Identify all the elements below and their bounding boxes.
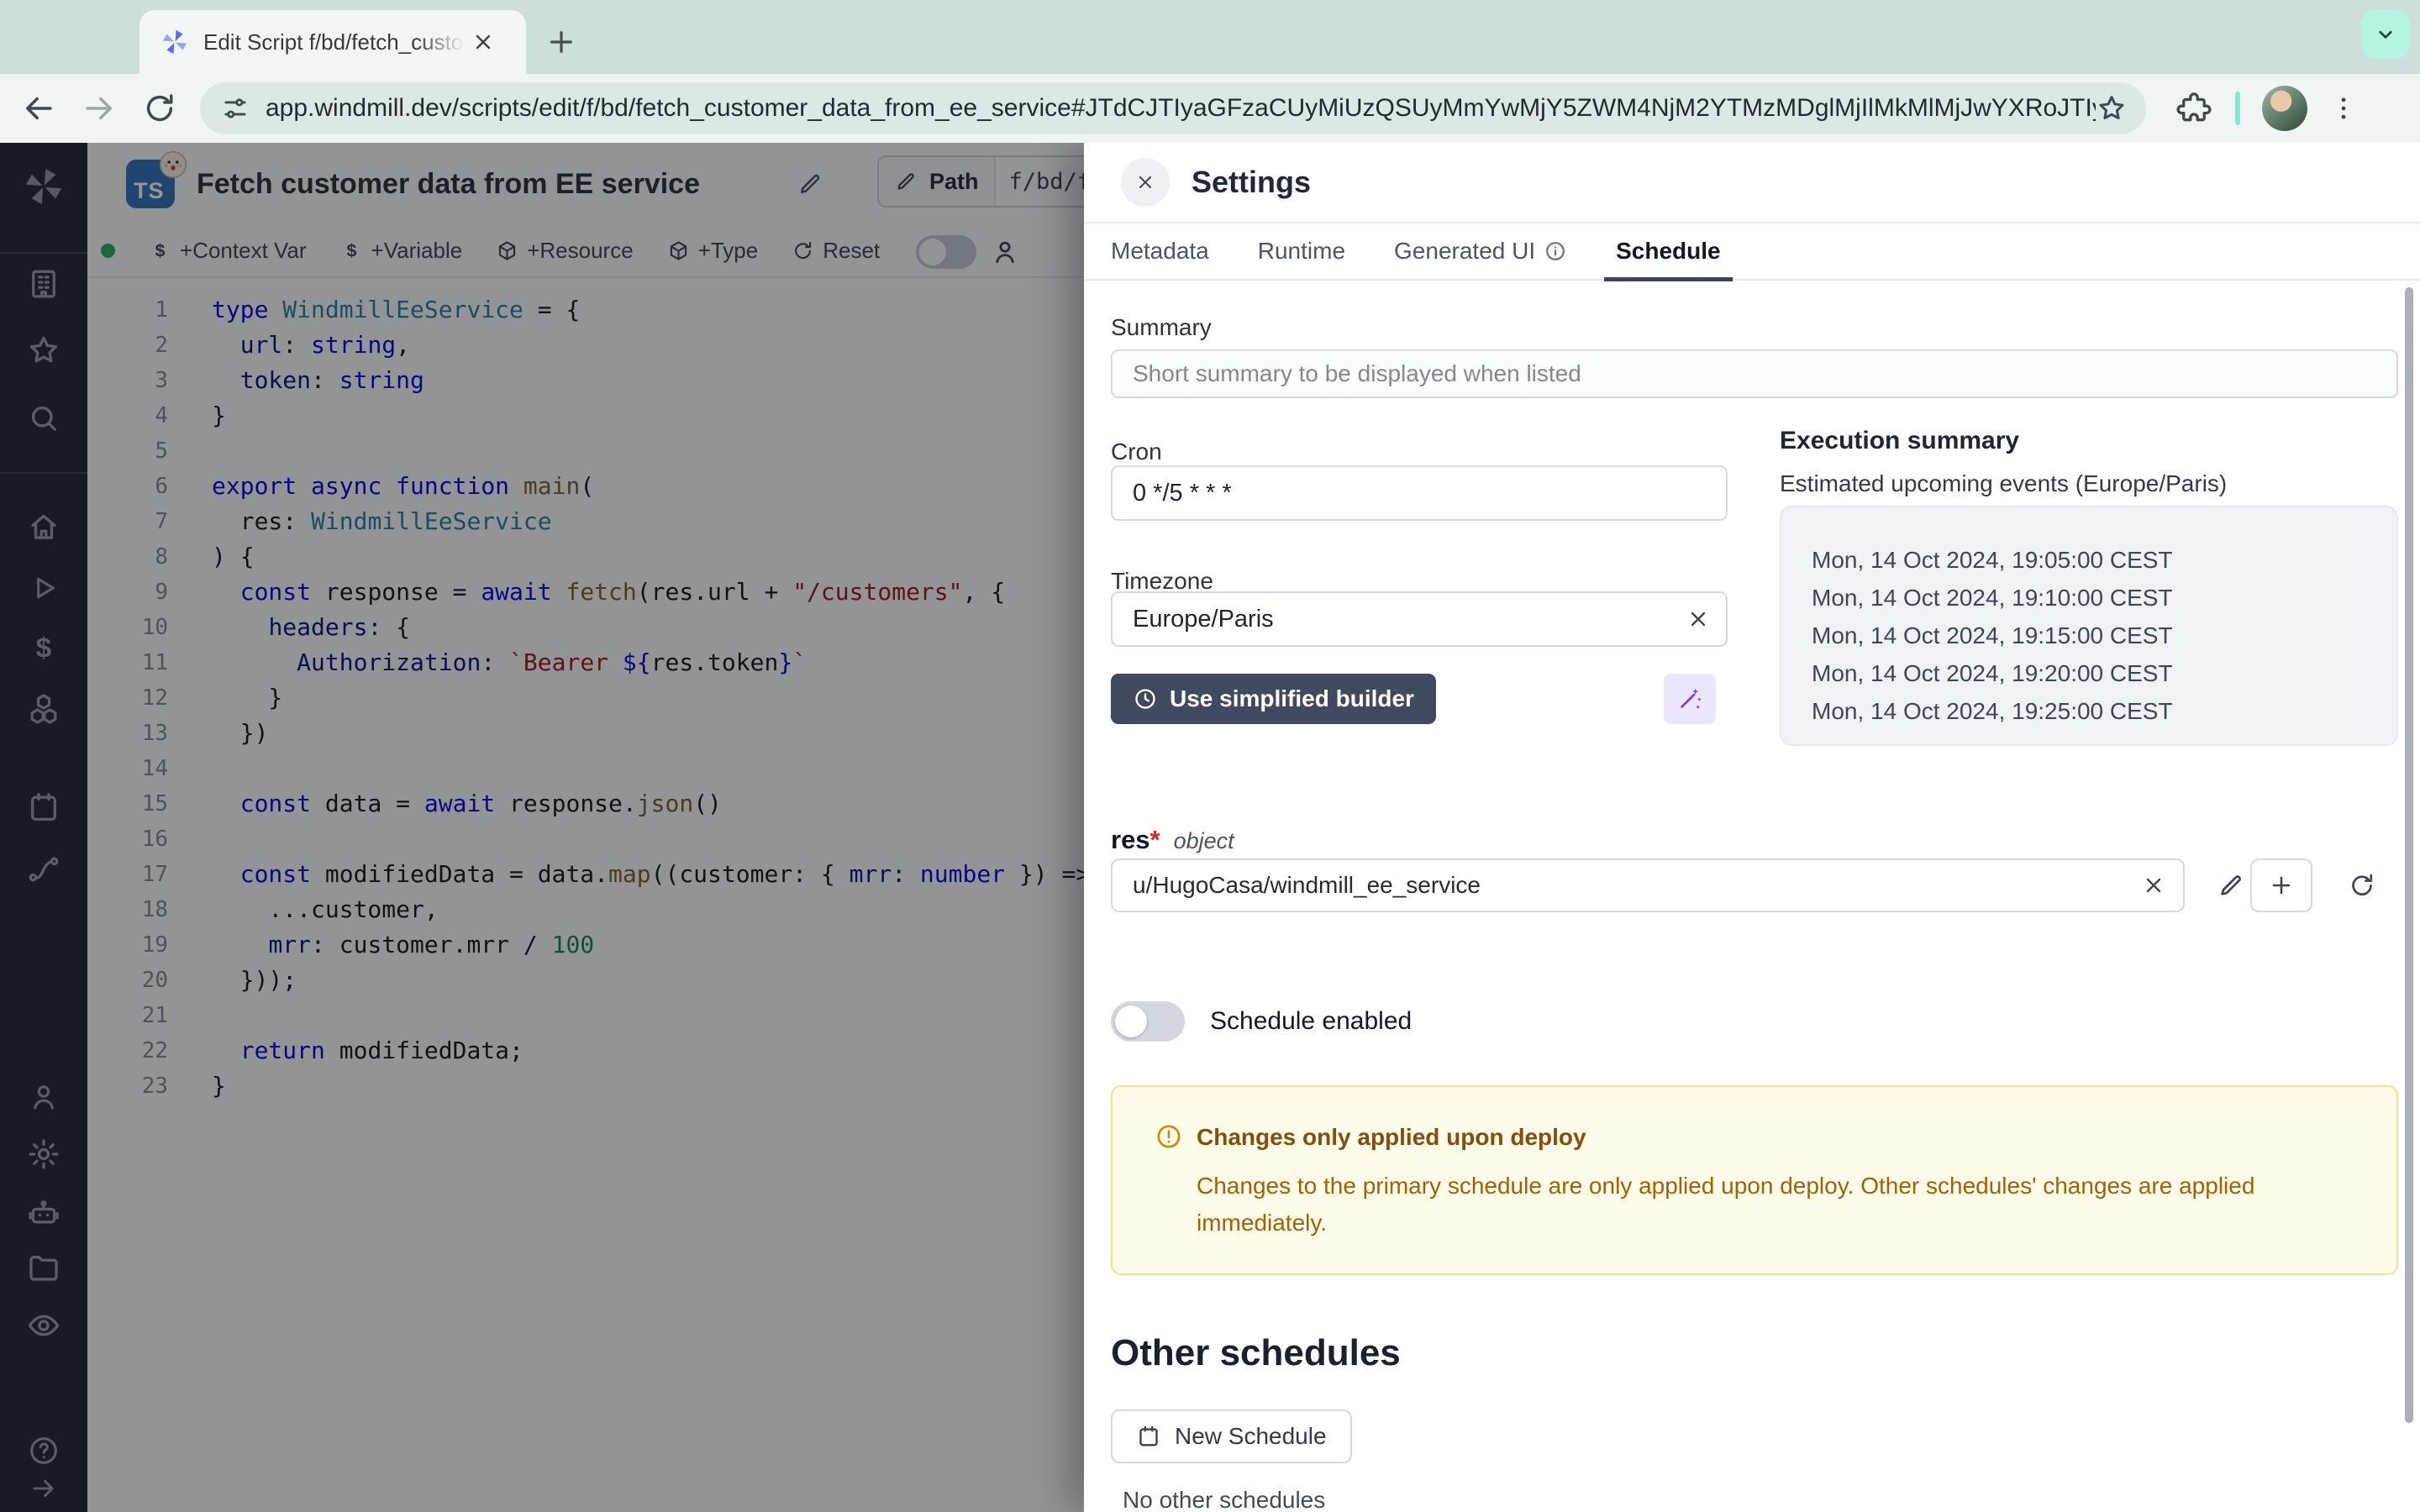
- drawer-scrollbar[interactable]: [2405, 287, 2413, 1423]
- tab-search-button[interactable]: [2361, 10, 2410, 59]
- browser-toolbar: app.windmill.dev/scripts/edit/f/bd/fetch…: [0, 74, 2420, 143]
- page-viewport: $ TS Fetch customer data from EE service…: [0, 143, 2420, 1512]
- forward-button[interactable]: [81, 90, 118, 127]
- refresh-resource-icon[interactable]: [2348, 871, 2376, 900]
- settings-tabs: Metadata Runtime Generated UI Schedule: [1084, 223, 2420, 281]
- upcoming-event: Mon, 14 Oct 2024, 19:10:00 CEST: [1812, 579, 2396, 617]
- browser-tabstrip: Edit Script f/bd/fetch_customer_data_fro…: [0, 0, 2420, 74]
- settings-drawer: Settings Metadata Runtime Generated UI Sche…: [1084, 143, 2420, 1512]
- tab-title: Edit Script f/bd/fetch_customer_data_fro…: [203, 29, 464, 55]
- warning-body: Changes to the primary schedule are only…: [1197, 1168, 2365, 1242]
- bookmark-star-icon[interactable]: [2096, 92, 2128, 124]
- drawer-header: Settings: [1084, 143, 2420, 223]
- url-bar[interactable]: app.windmill.dev/scripts/edit/f/bd/fetch…: [200, 82, 2146, 134]
- upcoming-event: Mon, 14 Oct 2024, 19:25:00 CEST: [1812, 692, 2396, 730]
- summary-input[interactable]: [1111, 349, 2398, 398]
- tab-metadata[interactable]: Metadata: [1111, 223, 1209, 280]
- profile-avatar[interactable]: [2262, 86, 2307, 131]
- upcoming-event: Mon, 14 Oct 2024, 19:15:00 CEST: [1812, 617, 2396, 654]
- resource-field: [1111, 858, 2185, 912]
- warning-icon: [1155, 1122, 1183, 1151]
- res-arg-name: res: [1111, 825, 1150, 855]
- simplified-builder-label: Use simplified builder: [1170, 685, 1414, 712]
- upcoming-event: Mon, 14 Oct 2024, 19:05:00 CEST: [1812, 541, 2396, 579]
- res-arg-row: res * object: [1111, 825, 1234, 855]
- warning-title: Changes only applied upon deploy: [1197, 1124, 1586, 1151]
- upcoming-events-box: Mon, 14 Oct 2024, 19:05:00 CESTMon, 14 O…: [1780, 506, 2398, 746]
- timezone-clear-icon[interactable]: [1686, 606, 1711, 632]
- close-icon: [1134, 171, 1156, 193]
- required-mark: *: [1150, 825, 1160, 855]
- timezone-input[interactable]: [1111, 591, 1728, 647]
- edit-resource-icon[interactable]: [2217, 871, 2245, 900]
- clock-icon: [1133, 686, 1158, 711]
- simplified-builder-button[interactable]: Use simplified builder: [1111, 674, 1436, 724]
- calendar-icon: [1136, 1424, 1161, 1449]
- url-text: app.windmill.dev/scripts/edit/f/bd/fetch…: [266, 94, 2096, 123]
- res-arg-type: object: [1174, 828, 1234, 854]
- tab-generated-ui[interactable]: Generated UI: [1394, 223, 1567, 280]
- cron-label: Cron: [1111, 438, 1162, 465]
- schedule-enabled-label: Schedule enabled: [1210, 1007, 1412, 1036]
- toolbar-separator: [2235, 92, 2240, 125]
- new-schedule-label: New Schedule: [1175, 1423, 1327, 1450]
- tab-label: Metadata: [1111, 238, 1209, 265]
- execution-summary-subheading: Estimated upcoming events (Europe/Paris): [1780, 470, 2227, 497]
- magic-wand-icon: [1676, 685, 1704, 713]
- summary-label: Summary: [1111, 314, 1212, 341]
- upcoming-event: Mon, 14 Oct 2024, 19:20:00 CEST: [1812, 654, 2396, 692]
- resource-input[interactable]: [1111, 858, 2185, 912]
- no-other-schedules-text: No other schedules: [1123, 1487, 1325, 1512]
- tab-label: Generated UI: [1394, 238, 1535, 265]
- execution-summary-heading: Execution summary: [1780, 427, 2019, 455]
- timezone-field: [1111, 591, 1728, 647]
- toggle-knob: [1115, 1005, 1147, 1037]
- close-button[interactable]: [1121, 158, 1170, 207]
- extensions-icon[interactable]: [2176, 91, 2212, 126]
- drawer-title: Settings: [1192, 165, 1311, 200]
- tab-label: Schedule: [1616, 238, 1720, 265]
- chevron-down-icon: [2371, 20, 2400, 49]
- screen: Edit Script f/bd/fetch_customer_data_fro…: [0, 0, 2420, 1512]
- back-button[interactable]: [20, 90, 57, 127]
- schedule-enabled-row: Schedule enabled: [1111, 1001, 1412, 1042]
- new-tab-button[interactable]: [544, 25, 578, 59]
- cron-input[interactable]: [1111, 465, 1728, 521]
- deploy-warning-box: Changes only applied upon deploy Changes…: [1111, 1085, 2398, 1275]
- browser-tab[interactable]: Edit Script f/bd/fetch_customer_data_fro…: [139, 10, 526, 74]
- resource-clear-icon[interactable]: [2141, 873, 2166, 898]
- new-schedule-button[interactable]: New Schedule: [1111, 1410, 1352, 1463]
- plus-icon: [2268, 872, 2295, 899]
- ai-cron-button[interactable]: [1664, 674, 1716, 724]
- windmill-favicon-icon: [160, 27, 190, 57]
- browser-menu-icon[interactable]: [2328, 92, 2360, 124]
- site-settings-icon[interactable]: [220, 93, 250, 123]
- info-icon: [1544, 239, 1567, 263]
- tab-runtime[interactable]: Runtime: [1258, 223, 1345, 280]
- tab-close-icon[interactable]: [471, 29, 496, 55]
- tab-label: Runtime: [1258, 238, 1345, 265]
- schedule-enabled-toggle[interactable]: [1111, 1001, 1185, 1042]
- other-schedules-heading: Other schedules: [1111, 1332, 1401, 1374]
- tab-schedule[interactable]: Schedule: [1616, 223, 1720, 280]
- reload-button[interactable]: [141, 90, 178, 127]
- add-resource-button[interactable]: [2250, 858, 2312, 912]
